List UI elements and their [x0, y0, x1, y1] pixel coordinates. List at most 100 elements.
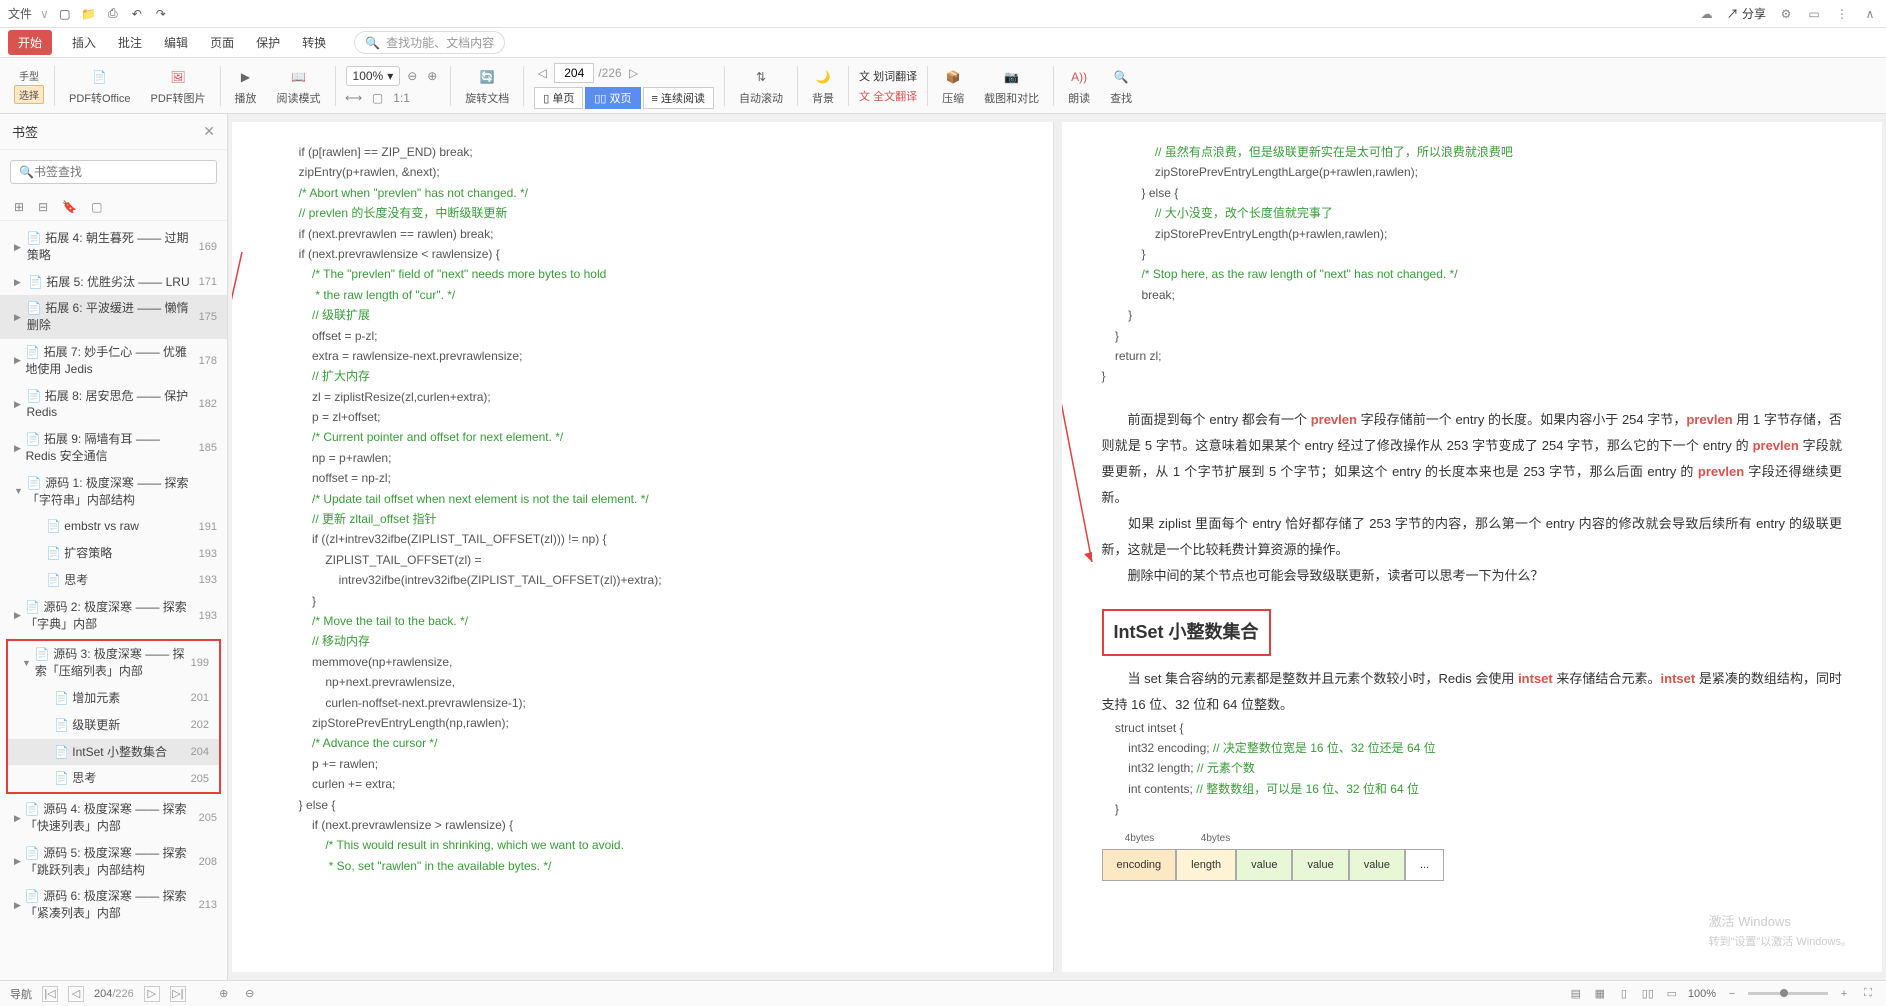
read-aloud-button[interactable]: A)) 朗读 — [1058, 66, 1100, 106]
find-button[interactable]: 🔍 查找 — [1100, 66, 1142, 106]
hand-tool[interactable]: 手型 选择 — [8, 68, 50, 104]
code-line: np+next.prevrawlensize, — [272, 672, 1013, 692]
code-line: int contents; // 整数数组，可以是 16 位、32 位和 64 … — [1102, 779, 1843, 799]
zoom-select[interactable]: 100% ▾ — [346, 66, 401, 86]
menu-annotate[interactable]: 批注 — [116, 30, 144, 55]
more-icon[interactable]: ⋮ — [1834, 6, 1850, 22]
auto-scroll-button[interactable]: ⇅ 自动滚动 — [729, 66, 793, 106]
last-page-icon[interactable]: ▷| — [170, 986, 186, 1002]
remove-bookmark-icon[interactable]: ⊖ — [242, 986, 258, 1002]
full-translate-button[interactable]: 文 全文翻译 — [859, 88, 917, 104]
code-line: break; — [1102, 285, 1843, 305]
bookmark-item[interactable]: 📄 级联更新202 — [8, 712, 219, 739]
compress-button[interactable]: 📦 压缩 — [932, 66, 974, 106]
menu-start[interactable]: 开始 — [8, 30, 52, 55]
code-line: np = p+rawlen; — [272, 448, 1013, 468]
redo-icon[interactable]: ↷ — [153, 6, 169, 22]
add-bookmark-icon[interactable]: ⊕ — [216, 986, 232, 1002]
code-line: * the raw length of "cur". */ — [272, 285, 1013, 305]
bookmark-item[interactable]: ▶ 📄 源码 5: 极度深寒 —— 探索「跳跃列表」内部结构208 — [0, 840, 227, 884]
bookmark-item[interactable]: 📄 embstr vs raw191 — [0, 513, 227, 540]
close-sidebar-icon[interactable]: ✕ — [203, 123, 215, 140]
menu-convert[interactable]: 转换 — [300, 30, 328, 55]
bookmark-item[interactable]: ▶ 📄 拓展 9: 隔墙有耳 —— Redis 安全通信185 — [0, 426, 227, 470]
code-line: if (next.prevrawlensize > rawlensize) { — [272, 815, 1013, 835]
function-search[interactable]: 🔍 查找功能、文档内容 — [354, 31, 505, 54]
play-button[interactable]: ▶ 播放 — [225, 66, 267, 106]
fit-width-icon[interactable]: ⟷ — [346, 90, 362, 106]
bookmark-item[interactable]: 📄 IntSet 小整数集合204 — [8, 739, 219, 766]
collapse-all-icon[interactable]: ⊟ — [38, 200, 48, 214]
cloud-icon[interactable]: ☁ — [1699, 6, 1715, 22]
dropdown-icon[interactable]: ∧ — [1862, 6, 1878, 22]
bookmark-item[interactable]: ▶ 📄 源码 2: 极度深寒 —— 探索「字典」内部193 — [0, 594, 227, 638]
bookmark-item[interactable]: 📄 思考193 — [0, 567, 227, 594]
background-button[interactable]: 🌙 背景 — [802, 66, 844, 106]
status-page-current: 204 — [94, 988, 112, 1000]
bookmark-item[interactable]: ▶ 📄 拓展 4: 朝生暮死 —— 过期策略169 — [0, 225, 227, 269]
compare-button[interactable]: 📷 截图和对比 — [974, 66, 1049, 106]
bookmark-item[interactable]: 📄 扩容策略193 — [0, 540, 227, 567]
read-mode-button[interactable]: 📖 阅读模式 — [267, 66, 331, 106]
bookmark-item[interactable]: ▶ 📄 拓展 8: 居安思危 —— 保护 Redis182 — [0, 383, 227, 427]
print-icon[interactable]: ⎙ — [105, 6, 121, 22]
rotate-button[interactable]: 🔄 旋转文档 — [455, 66, 519, 106]
undo-icon[interactable]: ↶ — [129, 6, 145, 22]
next-page-nav-icon[interactable]: ▷ — [144, 986, 160, 1002]
new-icon[interactable]: ▢ — [57, 6, 73, 22]
file-menu[interactable]: 文件 — [8, 5, 32, 22]
zoom-out-status-icon[interactable]: − — [1724, 986, 1740, 1002]
view-mode-1-icon[interactable]: ▤ — [1568, 986, 1584, 1002]
actual-size-icon[interactable]: 1:1 — [394, 90, 410, 106]
prev-page-icon[interactable]: ◁ — [534, 65, 550, 81]
menu-protect[interactable]: 保护 — [254, 30, 282, 55]
first-page-icon[interactable]: |◁ — [42, 986, 58, 1002]
bookmark-item[interactable]: ▼ 📄 源码 1: 极度深寒 —— 探索「字符串」内部结构 — [0, 470, 227, 514]
bookmark-sidebar: 书签 ✕ 🔍 ⊞ ⊟ 🔖 ▢ ▶ 📄 拓展 4: 朝生暮死 —— 过期策略169… — [0, 114, 228, 980]
next-page-icon[interactable]: ▷ — [626, 65, 642, 81]
bookmark-item[interactable]: ▶ 📄 拓展 5: 优胜劣汰 —— LRU171 — [0, 269, 227, 296]
fullscreen-icon[interactable]: ⛶ — [1860, 986, 1876, 1002]
bookmark-item[interactable]: 📄 思考205 — [8, 765, 219, 792]
code-line: int32 encoding; // 决定整数位宽是 16 位、32 位还是 6… — [1102, 738, 1843, 758]
zoom-in-status-icon[interactable]: + — [1836, 986, 1852, 1002]
word-translate-button[interactable]: 文 划词翻译 — [859, 68, 917, 84]
share-button[interactable]: ↗ 分享 — [1727, 5, 1766, 22]
zoom-slider[interactable] — [1748, 992, 1828, 995]
bookmark-search-input[interactable] — [34, 165, 208, 179]
skin-icon[interactable]: ▭ — [1806, 6, 1822, 22]
bookmark-item[interactable]: ▶ 📄 拓展 6: 平波缓进 —— 懒惰删除175 — [0, 295, 227, 339]
prev-page-nav-icon[interactable]: ◁ — [68, 986, 84, 1002]
pdf-to-office-button[interactable]: 📄 PDF转Office — [59, 66, 141, 106]
code-line: /* Advance the cursor */ — [272, 733, 1013, 753]
bookmark-icon[interactable]: 🔖 — [62, 200, 77, 214]
menu-page[interactable]: 页面 — [208, 30, 236, 55]
view-mode-3-icon[interactable]: ▯ — [1616, 986, 1632, 1002]
double-page-button[interactable]: ▯▯ 双页 — [585, 87, 640, 109]
bookmark-item[interactable]: ▼ 📄 源码 3: 极度深寒 —— 探索「压缩列表」内部199 — [8, 641, 219, 685]
menu-edit[interactable]: 编辑 — [162, 30, 190, 55]
open-icon[interactable]: 📁 — [81, 6, 97, 22]
zoom-out-icon[interactable]: ⊖ — [404, 68, 420, 84]
fit-page-icon[interactable]: ▢ — [370, 90, 386, 106]
bookmark-item[interactable]: ▶ 📄 源码 6: 极度深寒 —— 探索「紧凑列表」内部213 — [0, 883, 227, 927]
bookmark-item[interactable]: ▶ 📄 拓展 7: 妙手仁心 —— 优雅地使用 Jedis178 — [0, 339, 227, 383]
bookmark-outline-icon[interactable]: ▢ — [91, 200, 102, 214]
paragraph-3: 删除中间的某个节点也可能会导致级联更新，读者可以思考一下为什么？ — [1102, 563, 1843, 589]
pdf-to-image-button[interactable]: 🖼 PDF转图片 — [141, 66, 216, 106]
view-mode-5-icon[interactable]: ▭ — [1664, 986, 1680, 1002]
view-mode-2-icon[interactable]: ▦ — [1592, 986, 1608, 1002]
menubar: 开始 插入 批注 编辑 页面 保护 转换 🔍 查找功能、文档内容 — [0, 28, 1886, 58]
settings-icon[interactable]: ⚙ — [1778, 6, 1794, 22]
bookmark-item[interactable]: ▶ 📄 源码 4: 极度深寒 —— 探索「快速列表」内部205 — [0, 796, 227, 840]
zoom-in-icon[interactable]: ⊕ — [424, 68, 440, 84]
page-input[interactable] — [554, 63, 594, 83]
watermark: 激活 Windows 转到"设置"以激活 Windows。 — [1709, 911, 1853, 952]
single-page-button[interactable]: ▯ 单页 — [534, 87, 583, 109]
expand-all-icon[interactable]: ⊞ — [14, 200, 24, 214]
continuous-button[interactable]: ≡ 连续阅读 — [643, 87, 714, 109]
bookmark-item[interactable]: 📄 增加元素201 — [8, 685, 219, 712]
bookmark-search[interactable]: 🔍 — [10, 160, 217, 184]
view-mode-4-icon[interactable]: ▯▯ — [1640, 986, 1656, 1002]
menu-insert[interactable]: 插入 — [70, 30, 98, 55]
